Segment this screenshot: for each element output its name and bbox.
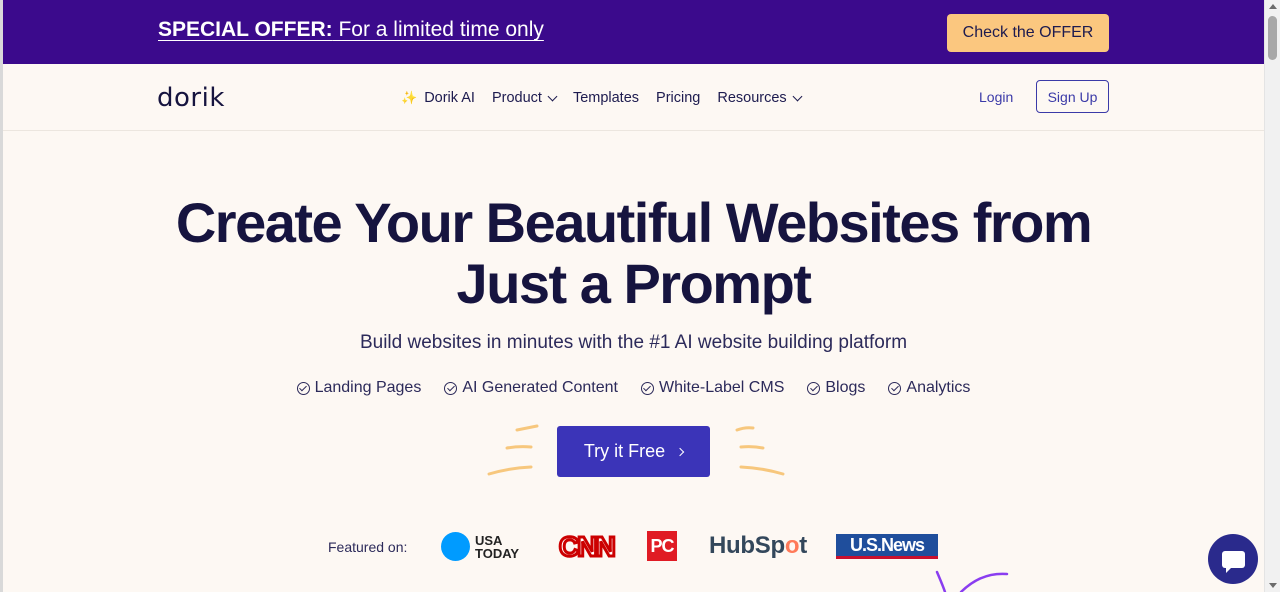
decorative-strokes-right bbox=[735, 426, 785, 476]
feature-label: Analytics bbox=[906, 379, 971, 396]
feature-label: White-Label CMS bbox=[658, 379, 785, 396]
feature-label: Blogs bbox=[825, 379, 866, 396]
decorative-strokes-left bbox=[487, 424, 539, 476]
usa-today-text-2: TODAY bbox=[475, 545, 520, 561]
scroll-up-arrow-icon[interactable] bbox=[1269, 4, 1277, 9]
sign-up-button[interactable]: Sign Up bbox=[1036, 80, 1109, 113]
offer-label-bold: SPECIAL OFFER: bbox=[158, 18, 333, 41]
nav-item-product[interactable]: Product bbox=[491, 90, 558, 106]
feature-list: Landing Pages AI Generated Content White… bbox=[3, 379, 1264, 397]
nav-item-pricing[interactable]: Pricing bbox=[656, 90, 700, 106]
offer-label-text: For a limited time only bbox=[332, 18, 544, 41]
check-circle-icon bbox=[807, 381, 821, 395]
nav-item-templates[interactable]: Templates bbox=[573, 90, 639, 106]
usa-today-dot-icon bbox=[441, 532, 470, 561]
feature-item: AI Generated Content bbox=[444, 379, 618, 397]
browser-viewport: SPECIAL OFFER: For a limited time only C… bbox=[0, 0, 1264, 592]
hubspot-text-b: t bbox=[799, 532, 807, 559]
nav-item-label: Product bbox=[491, 90, 542, 106]
hero-title-line-2: Just a Prompt bbox=[456, 252, 812, 315]
check-circle-icon bbox=[640, 381, 654, 395]
check-circle-icon bbox=[296, 381, 310, 395]
nav-item-label: Pricing bbox=[656, 90, 701, 106]
decorative-squiggle bbox=[935, 570, 1009, 592]
sparkle-icon: ✨ bbox=[401, 90, 418, 105]
hero-subtitle: Build websites in minutes with the #1 AI… bbox=[359, 332, 908, 353]
hero-title: Create Your Beautiful Websites from Just… bbox=[3, 192, 1264, 314]
scrollbar-thumb[interactable] bbox=[1268, 16, 1277, 60]
feature-label: AI Generated Content bbox=[462, 379, 618, 396]
chevron-right-icon bbox=[675, 447, 685, 456]
check-circle-icon bbox=[444, 381, 458, 395]
feature-label: Landing Pages bbox=[314, 379, 422, 396]
nav-item-label: Dorik AI bbox=[424, 90, 475, 106]
hero-title-line-1: Create Your Beautiful Websites from bbox=[175, 191, 1093, 254]
chevron-down-icon bbox=[792, 91, 803, 101]
login-link[interactable]: Login bbox=[979, 89, 1013, 105]
us-news-logo: U.S.News bbox=[836, 534, 938, 559]
dorik-logo[interactable]: dorik bbox=[157, 83, 225, 113]
feature-item: Analytics bbox=[888, 379, 970, 397]
nav-item-label: Resources bbox=[717, 90, 787, 106]
featured-on-label: Featured on: bbox=[328, 539, 408, 555]
offer-link[interactable]: SPECIAL OFFER: For a limited time only bbox=[158, 18, 544, 42]
feature-item: Blogs bbox=[807, 379, 865, 397]
nav-item-label: Templates bbox=[572, 90, 640, 106]
check-circle-icon bbox=[888, 381, 902, 395]
cnn-logo: CNN bbox=[558, 530, 618, 564]
feature-item: White-Label CMS bbox=[640, 379, 785, 397]
pc-magazine-logo: PC bbox=[647, 531, 677, 561]
hubspot-logo: HubSpot bbox=[709, 532, 807, 560]
scroll-down-arrow-icon[interactable] bbox=[1269, 583, 1277, 588]
feature-item: Landing Pages bbox=[296, 379, 422, 397]
chat-icon bbox=[1221, 550, 1245, 573]
chat-widget-button[interactable] bbox=[1208, 534, 1258, 584]
nav-item-resources[interactable]: Resources bbox=[717, 90, 803, 106]
hubspot-sprocket-icon: o bbox=[784, 532, 800, 559]
cta-label: Try it Free bbox=[583, 441, 666, 461]
nav-item-dorik-ai[interactable]: ✨ Dorik AI bbox=[401, 90, 475, 106]
usa-today-logo: USA TODAY bbox=[441, 532, 519, 561]
page-scrollbar[interactable] bbox=[1264, 0, 1280, 592]
check-offer-button[interactable]: Check the OFFER bbox=[947, 14, 1109, 52]
special-offer-bar: SPECIAL OFFER: For a limited time only C… bbox=[3, 0, 1264, 64]
chevron-down-icon bbox=[547, 91, 558, 101]
try-it-free-button[interactable]: Try it Free bbox=[557, 426, 710, 477]
hubspot-text-a: HubSp bbox=[709, 532, 785, 559]
nav-links: ✨ Dorik AI Product Templates Pricing Res… bbox=[401, 90, 803, 106]
main-navigation: dorik ✨ Dorik AI Product Templates Prici… bbox=[3, 64, 1264, 131]
